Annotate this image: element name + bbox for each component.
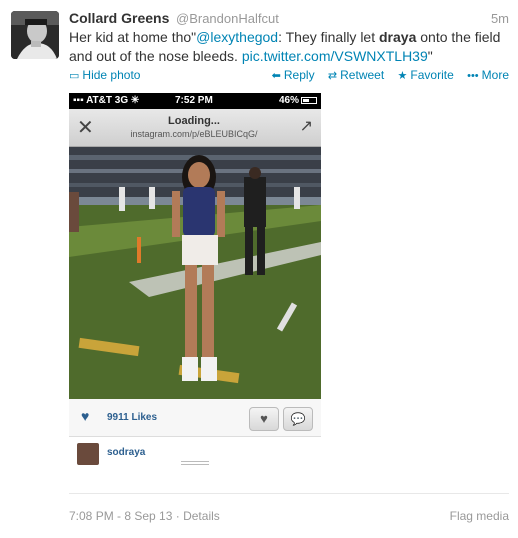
divider — [69, 493, 509, 494]
flag-media-link[interactable]: Flag media — [450, 509, 509, 523]
tweet-timestamp[interactable]: 7:08 PM - 8 Sep 13 — [69, 509, 172, 523]
stadium-photo — [69, 147, 321, 399]
tweet: Collard Greens @BrandonHalfcut 5m Her ki… — [0, 0, 518, 538]
network-label: 3G — [114, 95, 129, 106]
carrier-label: AT&T — [86, 95, 112, 106]
reply-label: Reply — [283, 68, 315, 82]
status-battery: 46% — [279, 95, 317, 106]
status-clock: 7:52 PM — [175, 95, 213, 106]
heart-icon: ♥ — [81, 408, 90, 424]
action-buttons: ⬅ Reply ⇄ Retweet ★ Favorite ••• More — [262, 68, 509, 82]
battery-icon — [301, 97, 317, 104]
tweet-text: Her kid at home tho"@lexythegod: They fi… — [69, 28, 509, 66]
nav-url: instagram.com/p/eBLEUBICqG/ — [130, 129, 258, 139]
tweet-footer: 7:08 PM - 8 Sep 13 · Details Flag media — [69, 509, 509, 525]
footer-separator: · — [175, 509, 180, 523]
retweet-button[interactable]: ⇄ Retweet — [328, 68, 384, 82]
avatar-image — [11, 11, 59, 59]
avatar[interactable] — [11, 11, 59, 59]
retweet-label: Retweet — [340, 68, 385, 82]
footer-meta: 7:08 PM - 8 Sep 13 · Details — [69, 509, 220, 523]
details-link[interactable]: Details — [183, 509, 220, 523]
more-button[interactable]: ••• More — [467, 68, 509, 82]
tweet-header: Collard Greens @BrandonHalfcut 5m — [69, 10, 509, 28]
close-icon: ✕ — [77, 117, 94, 139]
reply-icon: ⬅ — [271, 70, 281, 82]
more-label: More — [481, 68, 509, 82]
loading-spinner-icon: ✳ — [130, 95, 140, 106]
favorite-label: Favorite — [410, 68, 454, 82]
tweet-text-bold: draya — [379, 29, 417, 45]
hide-photo-button[interactable]: ▭ Hide photo — [69, 68, 140, 82]
instagram-photo — [69, 147, 321, 399]
tweet-text-part: : They finally let — [278, 29, 379, 45]
tweet-text-part: Her kid at home tho" — [69, 29, 197, 45]
likes-count: 9911 Likes — [107, 412, 158, 423]
author-username[interactable]: @BrandonHalfcut — [176, 11, 279, 26]
comment-avatar — [77, 443, 99, 465]
share-icon: ↗ — [299, 118, 313, 135]
grip-handle-icon — [181, 461, 209, 465]
comment-row: sodraya — [69, 437, 321, 467]
tweet-text-part: " — [427, 48, 433, 64]
retweet-icon: ⇄ — [327, 70, 338, 82]
comment-username: sodraya — [107, 447, 146, 458]
more-dots-icon: ••• — [467, 70, 479, 82]
battery-label: 46% — [278, 95, 299, 106]
phone-status-bar: ▪▪▪ AT&T 3G ✳ 7:52 PM 46% — [69, 93, 321, 109]
signal-icon: ▪▪▪ — [73, 95, 84, 106]
mention-link[interactable]: @lexythegod — [196, 29, 278, 45]
tweet-time[interactable]: 5m — [491, 11, 509, 26]
star-icon: ★ — [397, 70, 408, 82]
comment-bubble-icon: 💬 — [283, 407, 313, 431]
reply-button[interactable]: ⬅ Reply — [272, 68, 315, 82]
tweet-actions: ▭ Hide photo ⬅ Reply ⇄ Retweet ★ Favorite ••… — [69, 68, 509, 84]
pic-link[interactable]: pic.twitter.com/VSWNXTLH39 — [242, 48, 428, 64]
nav-title: Loading... — [168, 115, 220, 127]
favorite-button[interactable]: ★ Favorite — [398, 68, 454, 82]
like-button-icon: ♥ — [249, 407, 279, 431]
status-carrier: ▪▪▪ AT&T 3G ✳ — [73, 95, 139, 106]
author-fullname[interactable]: Collard Greens — [69, 10, 169, 26]
photo-icon: ▭ — [69, 70, 80, 82]
attached-photo[interactable]: ▪▪▪ AT&T 3G ✳ 7:52 PM 46% ✕ Loading... i… — [69, 93, 321, 467]
hide-photo-label: Hide photo — [82, 68, 141, 82]
browser-nav-bar: ✕ Loading... instagram.com/p/eBLEUBICqG/… — [69, 109, 321, 147]
likes-bar: ♥ 9911 Likes ♥ 💬 — [69, 399, 321, 437]
